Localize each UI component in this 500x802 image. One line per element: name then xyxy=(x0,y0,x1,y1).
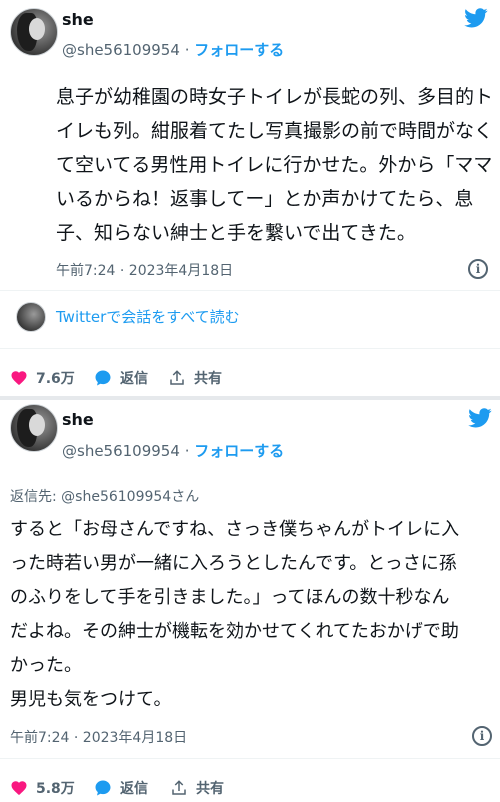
replying-to[interactable]: 返信先: @she56109954さん xyxy=(10,486,199,506)
tweet-text-line: イレも列。紺服着てたし写真撮影の前で時間がなく xyxy=(56,120,494,142)
action-bar: 5.8万 返信 共有 xyxy=(0,774,500,802)
tweet-text-line: て空いてる男性用トイレに行かせた。外から「ママ xyxy=(56,154,493,176)
handle-row: @she56109954 · フォローする xyxy=(62,39,284,60)
tweet-text: すると「お母さんですね、さっき僕ちゃんがトイレに入 った時若い男が一緒に入ろうと… xyxy=(10,513,459,717)
tweet-text-line: すると「お母さんですね、さっき僕ちゃんがトイレに入 xyxy=(10,519,460,540)
share-button[interactable]: 共有 xyxy=(168,364,222,392)
tweet-text-line: かった。 xyxy=(10,655,82,676)
author-name[interactable]: she xyxy=(62,410,94,429)
tweet-text: 息子が幼稚園の時女子トイレが長蛇の列、多目的ト イレも列。紺服着てたし写真撮影の… xyxy=(56,80,493,250)
reply-bubble-icon xyxy=(95,780,111,796)
read-conversation-link[interactable]: Twitterで会話をすべて読む xyxy=(0,302,500,336)
timestamp[interactable]: 午前7:24 · 2023年4月18日 xyxy=(10,727,187,747)
like-button[interactable]: 7.6万 xyxy=(10,364,75,392)
share-button[interactable]: 共有 xyxy=(170,774,224,802)
author-handle[interactable]: @she56109954 xyxy=(62,41,180,59)
share-label: 共有 xyxy=(194,371,222,387)
like-count: 7.6万 xyxy=(36,371,75,387)
info-icon[interactable]: i xyxy=(472,726,492,746)
tweet-card-2: she @she56109954 · フォローする 返信先: @she56109… xyxy=(0,400,500,800)
reply-button[interactable]: 返信 xyxy=(94,364,148,392)
tweet-text-line: 男児も気をつけて。 xyxy=(10,689,172,710)
tweet-text-line: いるからね！返事してー」とか声かけてたら、息 xyxy=(56,188,474,210)
tweet-text-line: 子、知らない紳士と手を繋いで出てきた。 xyxy=(56,222,416,244)
avatar[interactable] xyxy=(10,8,58,56)
author-name[interactable]: she xyxy=(62,10,94,29)
heart-icon xyxy=(11,371,27,386)
avatar[interactable] xyxy=(10,404,58,452)
share-icon xyxy=(170,370,184,385)
tweet-text-line: のふりをして手を引きました。」ってほんの数十秒なん xyxy=(10,587,450,608)
twitter-bird-icon[interactable] xyxy=(466,406,494,430)
separator: · xyxy=(184,442,190,460)
like-count: 5.8万 xyxy=(36,781,75,797)
like-button[interactable]: 5.8万 xyxy=(10,774,75,802)
follow-button[interactable]: フォローする xyxy=(194,442,284,460)
heart-icon xyxy=(11,781,27,796)
divider xyxy=(0,758,500,759)
tweet-card-1: she @she56109954 · フォローする 息子が幼稚園の時女子トイレが… xyxy=(0,0,500,396)
tweet-text-line: った時若い男が一緒に入ろうとしたんです。とっさに孫 xyxy=(10,553,457,574)
separator: · xyxy=(184,41,190,59)
timestamp[interactable]: 午前7:24 · 2023年4月18日 xyxy=(56,260,233,280)
reply-label: 返信 xyxy=(120,371,148,387)
handle-row: @she56109954 · フォローする xyxy=(62,440,284,461)
tweet-text-line: 息子が幼稚園の時女子トイレが長蛇の列、多目的ト xyxy=(56,86,494,108)
author-handle[interactable]: @she56109954 xyxy=(62,442,180,460)
twitter-bird-icon[interactable] xyxy=(462,6,490,30)
avatar xyxy=(16,302,46,332)
tweet-text-line: だよね。その紳士が機転を効かせてくれてたおかげで助 xyxy=(10,621,459,642)
follow-button[interactable]: フォローする xyxy=(194,41,284,59)
divider xyxy=(0,290,500,291)
reply-label: 返信 xyxy=(120,781,148,797)
share-icon xyxy=(172,780,186,795)
action-bar: 7.6万 返信 共有 xyxy=(0,364,500,392)
info-icon[interactable]: i xyxy=(468,259,488,279)
share-label: 共有 xyxy=(196,781,224,797)
divider xyxy=(0,348,500,349)
reply-bubble-icon xyxy=(95,370,111,386)
conversation-link-label: Twitterで会話をすべて読む xyxy=(56,308,240,326)
reply-button[interactable]: 返信 xyxy=(94,774,148,802)
